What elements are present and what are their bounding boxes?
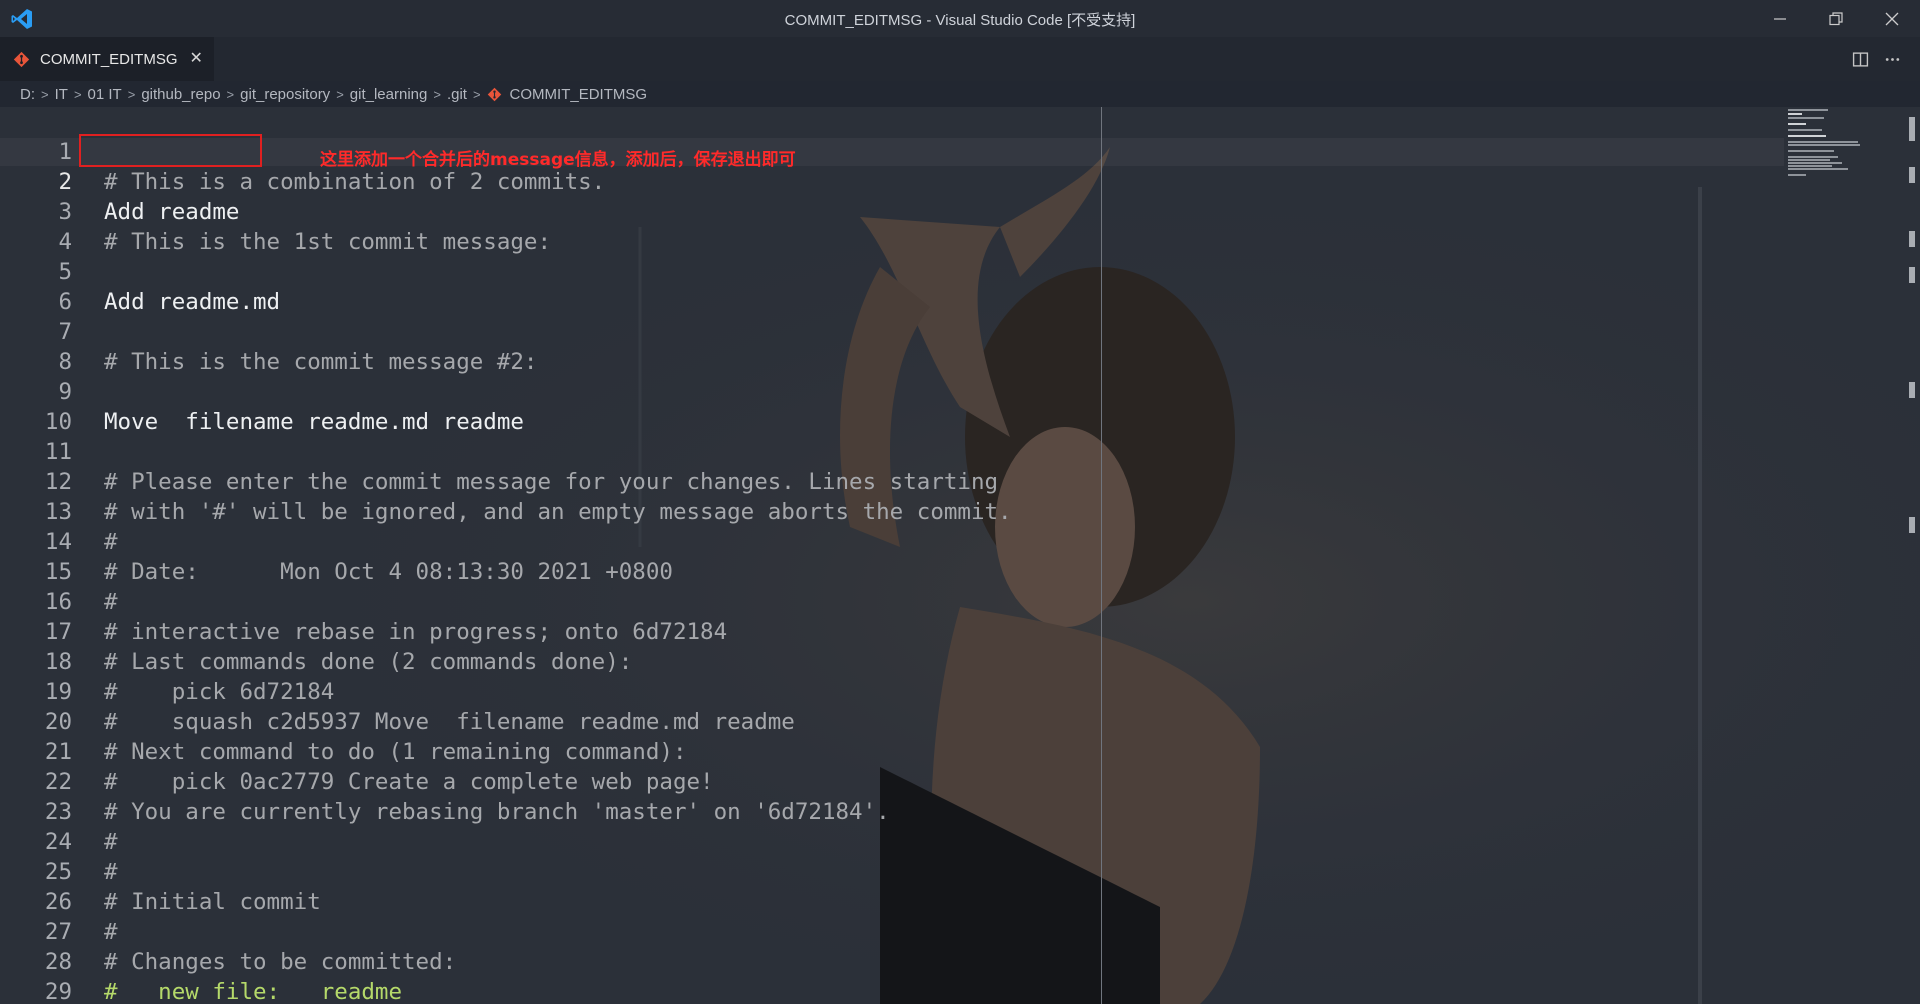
- title-bar: COMMIT_EDITMSG - Visual Studio Code [不受支…: [0, 0, 1920, 37]
- minimize-icon: [1774, 17, 1786, 20]
- minimap[interactable]: [1788, 107, 1908, 177]
- code-line[interactable]: 23 #: [0, 767, 1300, 855]
- editor-area[interactable]: 1 # This is a combination of 2 commits. …: [0, 107, 1920, 1004]
- breadcrumb-item[interactable]: git_learning: [350, 86, 428, 103]
- breadcrumb-item[interactable]: .git: [447, 86, 467, 103]
- code-line[interactable]: 12 # with '#' will be ignored, and an em…: [0, 437, 1300, 525]
- chevron-right-icon: >: [336, 86, 344, 102]
- annotation-highlight-box: [79, 134, 262, 167]
- code-line[interactable]: 9 Move filename readme.md readme: [0, 347, 1300, 435]
- code-line[interactable]: 8: [0, 317, 1300, 375]
- restore-button[interactable]: [1808, 0, 1864, 37]
- code-line[interactable]: 24 #: [0, 797, 1300, 885]
- code-line[interactable]: 13 #: [0, 467, 1300, 555]
- code-line[interactable]: 18 # pick 6d72184: [0, 617, 1300, 705]
- code-line[interactable]: 11 # Please enter the commit message for…: [0, 407, 1300, 495]
- scrollbar-marker: [1909, 267, 1915, 283]
- code-line[interactable]: 25 # Initial commit: [0, 827, 1300, 915]
- breadcrumb: D: > IT > 01 IT > github_repo > git_repo…: [0, 81, 1920, 107]
- split-editor-icon[interactable]: [1850, 49, 1870, 69]
- vertical-scrollbar[interactable]: [1906, 107, 1920, 1004]
- breadcrumb-item-file[interactable]: COMMIT_EDITMSG: [510, 86, 648, 103]
- code-line[interactable]: 6: [0, 257, 1300, 315]
- git-file-icon: [487, 87, 501, 101]
- chevron-right-icon: >: [127, 86, 136, 102]
- breadcrumb-item[interactable]: github_repo: [141, 86, 220, 103]
- code-line[interactable]: 15 #: [0, 527, 1300, 615]
- annotation-text: 这里添加一个合并后的message信息，添加后，保存退出即可: [320, 150, 796, 170]
- breadcrumb-item[interactable]: 01 IT: [88, 86, 122, 103]
- code-line[interactable]: 10: [0, 377, 1300, 435]
- code-line[interactable]: 16 # interactive rebase in progress; ont…: [0, 557, 1300, 645]
- chevron-right-icon: >: [41, 86, 49, 102]
- code-line[interactable]: 1 # This is a combination of 2 commits.: [0, 107, 1300, 195]
- code-line[interactable]: 22 # You are currently rebasing branch '…: [0, 737, 1300, 825]
- code-line[interactable]: 17 # Last commands done (2 commands done…: [0, 587, 1300, 675]
- breadcrumb-item[interactable]: git_repository: [240, 86, 330, 103]
- code-line[interactable]: 5 Add readme.md: [0, 227, 1300, 315]
- scrollbar-marker: [1909, 517, 1915, 533]
- code-line[interactable]: 19 # squash c2d5937 Move filename readme…: [0, 647, 1300, 735]
- code-line[interactable]: 3 # This is the 1st commit message:: [0, 167, 1300, 255]
- minimize-button[interactable]: [1752, 0, 1808, 37]
- code-line[interactable]: 26 #: [0, 857, 1300, 945]
- scrollbar-marker: [1909, 167, 1915, 183]
- more-actions-icon[interactable]: [1882, 49, 1902, 69]
- close-icon: [1885, 12, 1899, 25]
- scrollbar-marker: [1909, 382, 1915, 398]
- scrollbar-thumb[interactable]: [1909, 117, 1915, 141]
- chevron-right-icon: >: [226, 86, 235, 102]
- tab-bar: COMMIT_EDITMSG ✕: [0, 37, 1920, 81]
- tab-commit-editmsg[interactable]: COMMIT_EDITMSG ✕: [0, 37, 214, 81]
- git-file-icon: [13, 51, 30, 67]
- window-title: COMMIT_EDITMSG - Visual Studio Code [不受支…: [784, 12, 1136, 29]
- scrollbar-marker: [1909, 231, 1915, 247]
- chevron-right-icon: >: [433, 86, 441, 102]
- chevron-right-icon: >: [73, 86, 82, 102]
- tab-label: COMMIT_EDITMSG: [40, 50, 178, 68]
- breadcrumb-item[interactable]: IT: [55, 86, 68, 103]
- code-line[interactable]: 21 # pick 0ac2779 Create a complete web …: [0, 707, 1300, 795]
- breadcrumb-item[interactable]: D:: [20, 86, 35, 103]
- code-line[interactable]: 29 #: [0, 947, 1300, 1004]
- tab-close-icon[interactable]: ✕: [190, 51, 203, 67]
- code-line[interactable]: 27 # Changes to be committed:: [0, 887, 1300, 975]
- code-line[interactable]: 4: [0, 197, 1300, 255]
- code-line[interactable]: 7 # This is the commit message #2:: [0, 287, 1300, 375]
- close-window-button[interactable]: [1864, 0, 1920, 37]
- chevron-right-icon: >: [472, 86, 481, 102]
- code-line[interactable]: 20 # Next command to do (1 remaining com…: [0, 677, 1300, 765]
- code-line[interactable]: 14 # Date: Mon Oct 4 08:13:30 2021 +0800: [0, 497, 1300, 585]
- restore-icon: [1829, 11, 1843, 25]
- code-line[interactable]: 30: [0, 977, 1300, 1004]
- code-line[interactable]: 28 # new file: readme: [0, 917, 1300, 1004]
